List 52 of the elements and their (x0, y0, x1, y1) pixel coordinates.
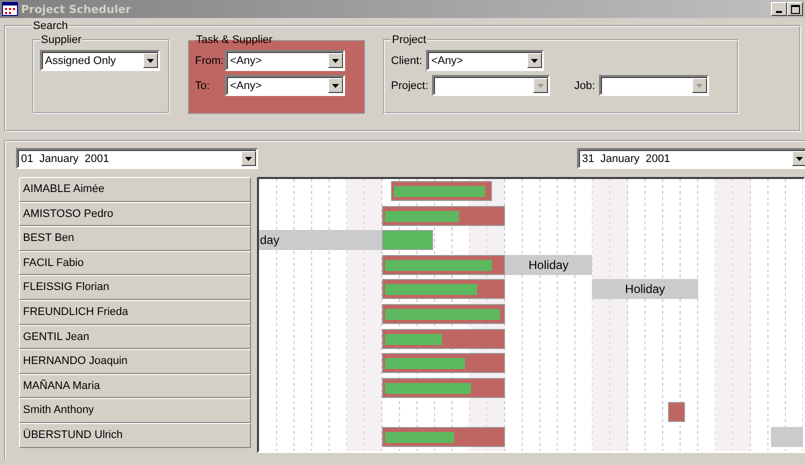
end-date-dropdown[interactable]: 31 January 2001 (577, 148, 805, 169)
resource-name[interactable]: ÜBERSTUND Ulrich (19, 422, 251, 448)
resource-name[interactable]: GENTIL Jean (19, 324, 251, 350)
maximize-icon (790, 4, 800, 14)
dropdown[interactable]: <Any> (225, 50, 345, 71)
field-label: From: (195, 54, 221, 66)
resource-name[interactable]: FREUNDLICH Frieda (19, 300, 251, 325)
window-title: Project Scheduler (21, 2, 132, 16)
task-bar[interactable] (382, 206, 505, 226)
resource-name[interactable]: BEST Ben (19, 226, 251, 251)
field-label: Job: (574, 80, 596, 92)
supplier-dropdown[interactable]: Assigned Only (40, 50, 160, 71)
field-label: Client: (391, 54, 422, 66)
dropdown[interactable]: <Any> (426, 50, 544, 71)
maximize-button[interactable] (787, 2, 803, 16)
group-title: Supplier (40, 34, 82, 46)
group-title: Search (32, 20, 69, 32)
dropdown-arrow-icon (696, 84, 704, 88)
dropdown-arrow-icon (537, 84, 544, 88)
task-bar[interactable] (382, 378, 505, 398)
task-bar[interactable] (382, 279, 505, 300)
resource-name[interactable]: FLEISSIG Florian (19, 275, 251, 300)
task-bar[interactable] (382, 304, 505, 324)
dropdown-arrow-icon (332, 58, 339, 62)
task-bar[interactable] (382, 426, 505, 447)
task-bar[interactable] (382, 254, 505, 275)
task-bar[interactable] (668, 402, 686, 422)
dropdown-arrow-icon (332, 84, 339, 88)
dropdown-arrow-icon (147, 58, 154, 62)
group-title: Project (391, 34, 428, 46)
field-label: To: (195, 80, 211, 92)
field-label: Project: (391, 80, 428, 92)
holiday-bar[interactable]: day (259, 230, 382, 250)
resource-name[interactable]: HERNANDO Joaquin (19, 349, 251, 374)
task-bar[interactable] (382, 353, 505, 374)
holiday-bar[interactable]: Holiday (504, 254, 592, 275)
resource-name[interactable]: AIMABLE Aimée (19, 177, 251, 202)
resource-name[interactable]: FACIL Fabio (19, 250, 251, 276)
holiday-bar[interactable]: Holiday (592, 279, 698, 300)
task-bar[interactable] (382, 328, 505, 349)
minimize-button[interactable] (771, 2, 787, 16)
dropdown-arrow-icon (796, 156, 803, 160)
task-bar[interactable] (382, 230, 433, 250)
resource-name[interactable]: MAÑANA Maria (19, 374, 251, 398)
minimize-icon (776, 11, 782, 13)
dropdown[interactable]: <Any> (225, 75, 345, 96)
calendar-icon (2, 2, 18, 16)
dropdown-arrow-icon (531, 58, 538, 62)
dropdown-arrow-icon (245, 156, 252, 160)
resource-name[interactable]: Smith Anthony (19, 398, 251, 423)
resource-name[interactable]: AMISTOSO Pedro (19, 202, 251, 226)
start-date-dropdown[interactable]: 01 January 2001 (16, 148, 258, 169)
